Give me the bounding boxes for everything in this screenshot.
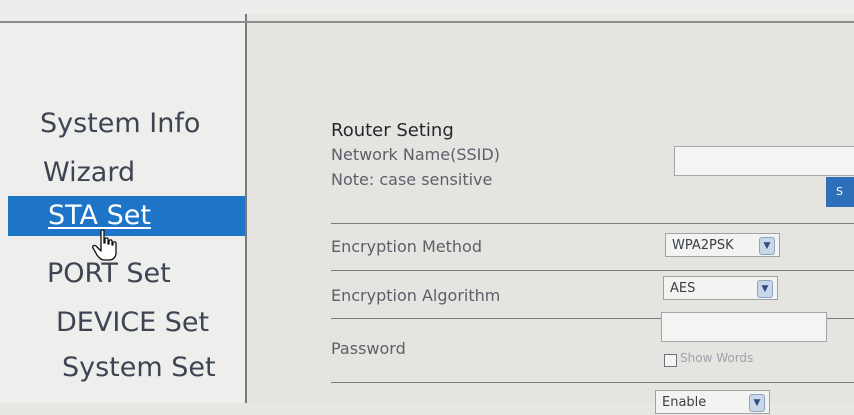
chevron-down-icon: ▼ (759, 237, 775, 255)
divider-line (331, 223, 854, 224)
encryption-method-label: Encryption Method (331, 237, 482, 256)
case-sensitive-note: Note: case sensitive (331, 170, 493, 189)
save-button[interactable]: S (826, 177, 854, 207)
show-words-checkbox[interactable] (664, 354, 677, 367)
sidebar-item-sta-set[interactable]: STA Set (8, 196, 245, 236)
show-words-label: Show Words (680, 351, 754, 365)
sidebar-item-label: System Info (40, 108, 201, 139)
encryption-algorithm-label: Encryption Algorithm (331, 286, 501, 305)
chevron-down-icon: ▼ (757, 280, 773, 298)
encryption-method-select[interactable]: WPA2PSK ▼ (665, 233, 780, 257)
sidebar-item-label: DEVICE Set (56, 307, 210, 338)
router-setting-title: Router Seting (331, 120, 454, 141)
divider-line (331, 382, 854, 383)
sidebar-item-label: System Set (62, 352, 216, 383)
window-top-strip (0, 0, 854, 14)
encryption-method-value: WPA2PSK (672, 238, 734, 253)
ssid-label: Network Name(SSID) (331, 145, 500, 164)
hand-cursor-icon (92, 229, 117, 261)
sidebar-item-label: STA Set (48, 200, 151, 231)
sidebar-item-system-set[interactable]: System Set (62, 348, 245, 388)
encryption-algorithm-select[interactable]: AES ▼ (663, 276, 778, 300)
encryption-algorithm-value: AES (670, 281, 696, 296)
password-input[interactable] (661, 312, 827, 342)
divider-line (331, 270, 854, 271)
sidebar-item-port-set[interactable]: PORT Set (47, 254, 245, 294)
ssid-input[interactable] (674, 146, 854, 176)
sidebar-item-wizard[interactable]: Wizard (43, 153, 245, 193)
sidebar-item-label: PORT Set (47, 258, 171, 289)
sidebar-item-device-set[interactable]: DEVICE Set (56, 303, 245, 343)
sidebar-item-label: Wizard (43, 157, 136, 188)
enable-select[interactable]: Enable ▼ (655, 390, 770, 414)
chevron-down-icon: ▼ (749, 394, 765, 412)
password-label: Password (331, 339, 406, 358)
sidebar-item-system-info[interactable]: System Info (40, 104, 245, 144)
